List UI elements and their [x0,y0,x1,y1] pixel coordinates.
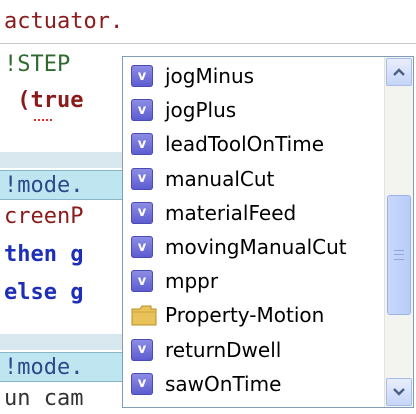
chevron-up-icon [393,68,405,76]
autocomplete-popup[interactable]: v jogMinus v jogPlus v leadToolOnTime v manualC… [122,56,414,408]
line-separator-2 [0,334,124,350]
autocomplete-item-label: leadToolOnTime [165,132,325,157]
code-line-1[interactable]: actuator. [0,0,416,44]
autocomplete-scrollbar[interactable] [384,57,413,407]
autocomplete-item[interactable]: v manualCut [123,162,383,196]
autocomplete-item-label: sawOnTime [165,371,282,396]
scroll-up-button[interactable] [386,58,412,86]
autocomplete-list[interactable]: v jogMinus v jogPlus v leadToolOnTime v manualC… [123,59,383,401]
error-squiggle [34,113,52,121]
code-line-8[interactable]: !mode. [0,352,122,382]
variable-icon: v [131,65,153,88]
code-line-7[interactable]: else g [0,278,83,308]
autocomplete-item-label: movingManualCut [165,235,347,260]
code-line-3-text: (true [4,88,84,113]
scroll-thumb[interactable] [387,195,411,315]
autocomplete-item[interactable]: v leadToolOnTime [123,127,383,161]
code-line-9[interactable]: un cam [0,384,83,414]
autocomplete-item-label: mppr [165,269,219,294]
autocomplete-item-label: jogPlus [165,98,237,123]
autocomplete-item[interactable]: v jogMinus [123,59,383,93]
autocomplete-item[interactable]: Property-Motion [123,298,383,332]
variable-icon: v [131,236,153,259]
autocomplete-item[interactable]: v jogPlus [123,93,383,127]
autocomplete-item-label: jogMinus [165,64,255,89]
autocomplete-item[interactable]: v returnDwell [123,333,383,367]
variable-icon: v [131,270,153,293]
autocomplete-item-label: returnDwell [165,337,282,362]
autocomplete-item[interactable]: v movingManualCut [123,230,383,264]
variable-icon: v [131,99,153,122]
variable-icon: v [131,201,153,224]
autocomplete-item[interactable]: v sawOnTime [123,367,383,401]
code-line-6[interactable]: then g [0,240,83,270]
code-line-5[interactable]: creenP [0,202,83,232]
code-line-3[interactable]: (true [0,86,83,116]
autocomplete-item[interactable]: v materialFeed [123,196,383,230]
autocomplete-item-label: Property-Motion [165,303,325,328]
folder-icon [131,305,157,326]
variable-icon: v [131,167,153,190]
variable-icon: v [131,133,153,156]
code-line-2[interactable]: !STEP [0,50,70,80]
autocomplete-item-label: materialFeed [165,200,297,225]
autocomplete-item-label: manualCut [165,166,275,191]
grip-icon [394,250,404,260]
autocomplete-item[interactable]: v mppr [123,264,383,298]
line-separator [0,152,124,168]
variable-icon: v [131,372,153,395]
code-line-4[interactable]: !mode. [0,170,122,200]
scroll-down-button[interactable] [386,378,412,406]
chevron-down-icon [393,388,405,396]
variable-icon: v [131,338,153,361]
